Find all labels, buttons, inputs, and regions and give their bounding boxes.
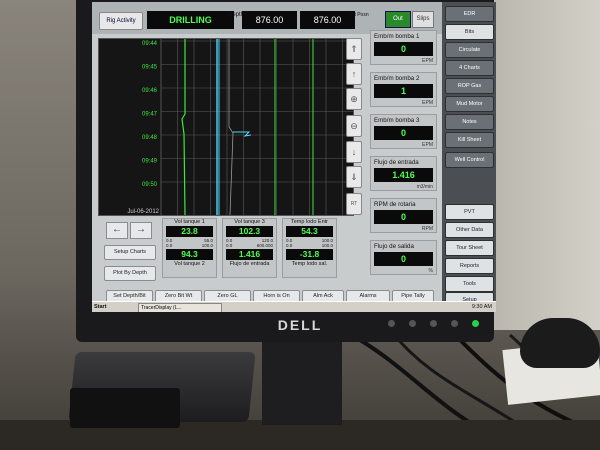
monitor-logo: DELL bbox=[277, 317, 323, 333]
gauge-box: Vol tanque 3 102.3 0.0 120.0 0.0 600.000 1.416… bbox=[222, 218, 277, 278]
taskbar: Start TracerDisplay (L... 9:30 AM bbox=[92, 301, 496, 312]
sidebar-button-bits[interactable]: Bits bbox=[445, 24, 494, 40]
zoom-in-icon[interactable]: ⊕ bbox=[346, 88, 362, 110]
trend-chart-svg: 09:44 09:45 09:46 09:47 09:48 09:49 09:50 Jul-0… bbox=[99, 39, 353, 215]
chart-back-icon[interactable]: ← bbox=[106, 222, 128, 239]
gauge-bottom-label: Temp lodo sal. bbox=[291, 261, 328, 267]
gauge-top-label: Temp lodo Entr bbox=[291, 219, 328, 225]
sidebar: EDR Bits Circulate 4 Charts ROP Gas Mud Motor… bbox=[442, 2, 496, 312]
screen: Rig Activity DRILLING Depth 876.00 876.0… bbox=[92, 2, 496, 312]
monitor-button[interactable] bbox=[430, 320, 437, 327]
sidebar-button-kill-sheet[interactable]: Kill Sheet bbox=[445, 132, 494, 148]
zoom-out-icon[interactable]: ⊖ bbox=[346, 115, 362, 137]
taskbar-item[interactable]: TracerDisplay (L... bbox=[138, 303, 222, 312]
sidebar-button-well-control[interactable]: Well Control bbox=[445, 152, 494, 168]
gauge-bottom-value: 1.416 bbox=[226, 249, 273, 260]
panel-pump-2: Emb/m bomba 2 1 EPM bbox=[370, 72, 437, 107]
taskbar-clock: 9:30 AM bbox=[471, 304, 492, 310]
bit-position-value: 876.00 bbox=[300, 11, 355, 29]
rt-icon[interactable]: RT bbox=[346, 193, 362, 215]
scroll-up-icon[interactable]: ⇑ bbox=[346, 38, 362, 60]
scroll-down-icon[interactable]: ⇓ bbox=[346, 166, 362, 188]
panel-rotary-rpm: RPM de rotaria 0 RPM bbox=[370, 198, 437, 233]
time-tick-label: 09:45 bbox=[142, 65, 158, 71]
rig-activity-button[interactable]: Rig Activity bbox=[99, 12, 143, 30]
trace-line bbox=[233, 131, 252, 137]
photo-scene: DELL Rig Activity DRILLING Depth 876.00 … bbox=[0, 0, 600, 450]
time-tick-label: 09:44 bbox=[142, 41, 158, 47]
network-switch-front bbox=[70, 388, 180, 428]
gauge-range-2: 0.0 100.0 bbox=[286, 243, 333, 248]
slips-button[interactable]: Slips bbox=[412, 11, 434, 28]
gauge-range-2: 0.0 100.0 bbox=[166, 243, 213, 248]
gauge-box: Vol tanque 1 23.8 0.0 55.0 0.0 100.0 94.3 Vol t… bbox=[162, 218, 217, 278]
chart-date-label: Jul-06-2012 bbox=[127, 209, 159, 215]
gauge-top-label: Vol tanque 1 bbox=[174, 219, 205, 225]
trace-line bbox=[181, 39, 186, 215]
trace-line bbox=[228, 39, 234, 215]
monitor-button[interactable] bbox=[451, 320, 458, 327]
sidebar-button-edr[interactable]: EDR bbox=[445, 6, 494, 22]
up-arrow-icon[interactable]: ↑ bbox=[346, 63, 362, 85]
monitor-button[interactable] bbox=[409, 320, 416, 327]
gauge-top-label: Vol tanque 3 bbox=[234, 219, 265, 225]
plot-by-depth-button[interactable]: Plot By Depth bbox=[104, 266, 156, 281]
sidebar-button-tools[interactable]: Tools bbox=[445, 276, 494, 292]
setup-charts-button[interactable]: Setup Charts bbox=[104, 245, 156, 260]
wall bbox=[490, 0, 600, 330]
rig-status-display: DRILLING bbox=[147, 11, 234, 29]
bit-position-label: Bit Posn bbox=[350, 12, 369, 18]
sidebar-button-pvt[interactable]: PVT bbox=[445, 204, 494, 220]
power-led-icon[interactable] bbox=[472, 320, 479, 327]
gauge-top-value: 102.3 bbox=[226, 226, 273, 237]
sidebar-button-mud-motor[interactable]: Mud Motor bbox=[445, 96, 494, 112]
gauge-bottom-value: 94.3 bbox=[166, 249, 213, 260]
time-tick-label: 09:50 bbox=[142, 182, 158, 188]
depth-value: 876.00 bbox=[242, 11, 297, 29]
down-arrow-icon[interactable]: ↓ bbox=[346, 141, 362, 163]
sidebar-button-notes[interactable]: Notes bbox=[445, 114, 494, 130]
sidebar-button-4-charts[interactable]: 4 Charts bbox=[445, 60, 494, 76]
gauge-top-value: 23.8 bbox=[166, 226, 213, 237]
out-button[interactable]: Out bbox=[385, 11, 411, 28]
gauge-top-value: 54.3 bbox=[286, 226, 333, 237]
chart-forward-icon[interactable]: → bbox=[130, 222, 152, 239]
sidebar-button-rop-gas[interactable]: ROP Gas bbox=[445, 78, 494, 94]
gauge-bottom-value: -31.8 bbox=[286, 249, 333, 260]
monitor-stand bbox=[262, 330, 342, 425]
monitor-button[interactable] bbox=[388, 320, 395, 327]
sidebar-button-other-data[interactable]: Other Data bbox=[445, 222, 494, 238]
panel-flow-in: Flujo de entrada 1.416 m3/min bbox=[370, 156, 437, 191]
sidebar-button-reports[interactable]: Reports bbox=[445, 258, 494, 274]
sidebar-button-circulate[interactable]: Circulate bbox=[445, 42, 494, 58]
time-tick-label: 09:48 bbox=[142, 135, 158, 141]
start-button[interactable]: Start bbox=[94, 303, 107, 312]
trend-chart[interactable]: 09:44 09:45 09:46 09:47 09:48 09:49 09:50 Jul-0… bbox=[98, 38, 354, 216]
time-tick-label: 09:46 bbox=[142, 88, 158, 94]
gauge-bottom-label: Flujo de entrada bbox=[229, 261, 270, 267]
mouse bbox=[520, 318, 600, 368]
panel-pump-1: Emb/m bomba 1 0 EPM bbox=[370, 30, 437, 65]
gauge-box: Temp lodo Entr 54.3 0.0 100.0 0.0 100.0 -31.8 T… bbox=[282, 218, 337, 278]
panel-pump-3: Emb/m bomba 3 0 EPM bbox=[370, 114, 437, 149]
monitor-buttons bbox=[388, 320, 479, 327]
panel-flow-out: Flujo de salida 0 % bbox=[370, 240, 437, 275]
sidebar-button-tour-sheet[interactable]: Tour Sheet bbox=[445, 240, 494, 256]
time-tick-label: 09:47 bbox=[142, 112, 158, 118]
gauge-range-2: 0.0 600.000 bbox=[226, 243, 273, 248]
gauge-bottom-label: Vol tanque 2 bbox=[174, 261, 205, 267]
time-tick-label: 09:49 bbox=[142, 159, 158, 165]
